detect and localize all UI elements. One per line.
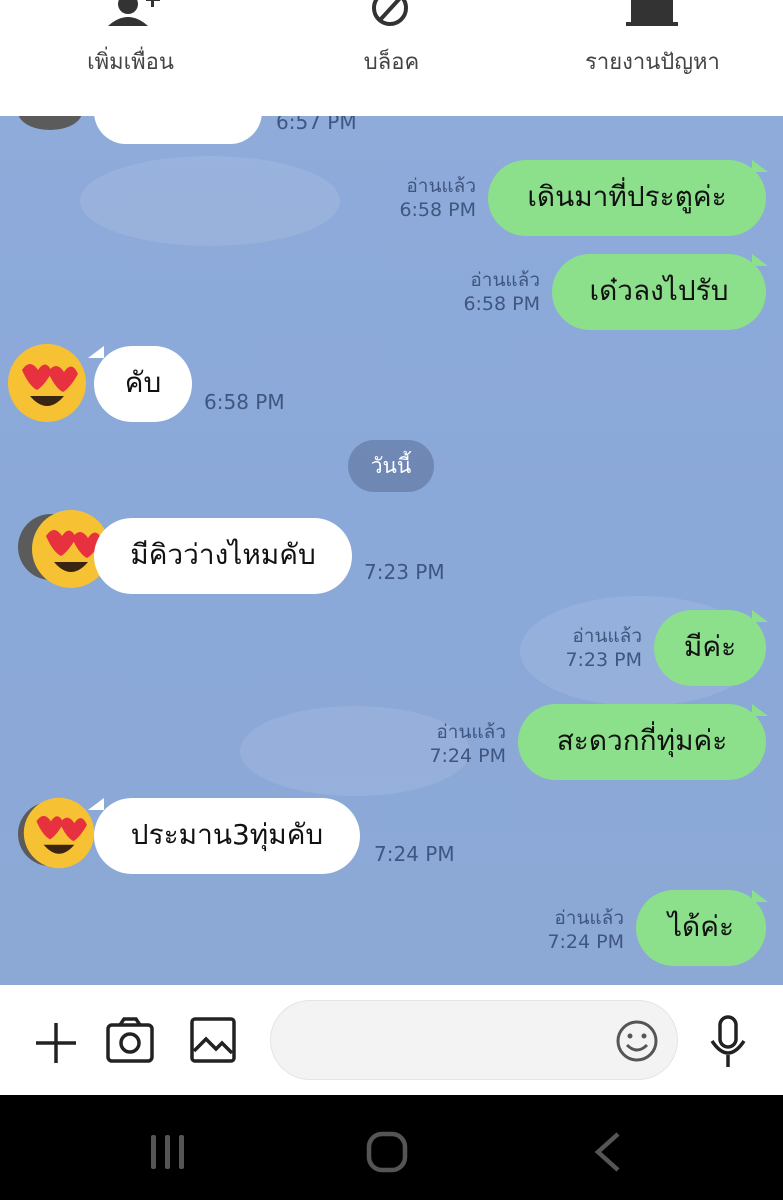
- report-icon: [626, 0, 678, 26]
- bubble-tail: [88, 798, 104, 810]
- date-separator: วันนี้: [348, 440, 434, 492]
- outgoing-bubble[interactable]: มีค่ะ: [654, 610, 766, 686]
- outgoing-bubble[interactable]: เด๋วลงไปรับ: [552, 254, 766, 330]
- incoming-bubble[interactable]: ประมาน3ทุ่มคับ: [94, 798, 360, 874]
- block-button[interactable]: บล็อค: [261, 0, 522, 116]
- read-receipt: อ่านแล้ว 7:23 PM: [565, 625, 642, 671]
- outgoing-bubble[interactable]: สะดวกกี่ทุ่มค่ะ: [518, 704, 766, 780]
- emoji-icon[interactable]: [615, 1019, 659, 1063]
- read-receipt: อ่านแล้ว 7:24 PM: [547, 907, 624, 953]
- camera-icon[interactable]: [106, 1017, 154, 1063]
- avatar[interactable]: [18, 116, 82, 130]
- message-time: 6:58 PM: [204, 390, 285, 414]
- message-input-bar: [0, 985, 783, 1095]
- microphone-icon[interactable]: [708, 1015, 748, 1069]
- background-cloud: [80, 156, 340, 246]
- back-icon[interactable]: [590, 1131, 624, 1173]
- add-friend-button[interactable]: เพิ่มเพื่อน: [0, 0, 261, 116]
- block-icon: [372, 0, 408, 26]
- bubble-tail: [752, 890, 768, 902]
- plus-icon[interactable]: [34, 1021, 78, 1065]
- outgoing-bubble[interactable]: ได้ค่ะ: [636, 890, 766, 966]
- bubble-tail: [752, 254, 768, 266]
- heart-eyes-emoji-avatar[interactable]: [6, 342, 88, 424]
- heart-eyes-emoji-avatar: [23, 797, 95, 869]
- incoming-bubble[interactable]: มีคิวว่างไหมคับ: [94, 518, 352, 594]
- system-navigation-bar: [0, 1095, 783, 1200]
- message-time: 7:23 PM: [364, 560, 445, 584]
- message-input[interactable]: [270, 1000, 678, 1080]
- image-icon[interactable]: [190, 1017, 236, 1063]
- incoming-bubble[interactable]: [94, 116, 262, 144]
- add-friend-label: เพิ่มเพื่อน: [87, 50, 174, 75]
- read-receipt: อ่านแล้ว 6:58 PM: [463, 269, 540, 315]
- bubble-tail: [88, 346, 104, 358]
- report-label: รายงานปัญหา: [585, 50, 720, 75]
- report-button[interactable]: รายงานปัญหา: [522, 0, 783, 116]
- outgoing-bubble[interactable]: เดินมาที่ประตูค่ะ: [488, 160, 766, 236]
- incoming-bubble[interactable]: คับ: [94, 346, 192, 422]
- message-time: 6:57 PM: [276, 116, 357, 134]
- recent-apps-icon[interactable]: [148, 1133, 188, 1171]
- contact-action-bar: เพิ่มเพื่อน บล็อค รายงานปัญหา: [0, 0, 783, 116]
- block-label: บล็อค: [363, 50, 420, 75]
- add-friend-icon: [108, 0, 160, 26]
- read-receipt: อ่านแล้ว 7:24 PM: [429, 721, 506, 767]
- read-receipt: อ่านแล้ว 6:58 PM: [399, 175, 476, 221]
- bubble-tail: [752, 704, 768, 716]
- bubble-tail: [752, 160, 768, 172]
- message-time: 7:24 PM: [374, 842, 455, 866]
- home-icon[interactable]: [366, 1131, 408, 1173]
- chat-area[interactable]: 6:57 PM อ่านแล้ว 6:58 PM เดินมาที่ประตูค่…: [0, 116, 783, 985]
- bubble-tail: [752, 610, 768, 622]
